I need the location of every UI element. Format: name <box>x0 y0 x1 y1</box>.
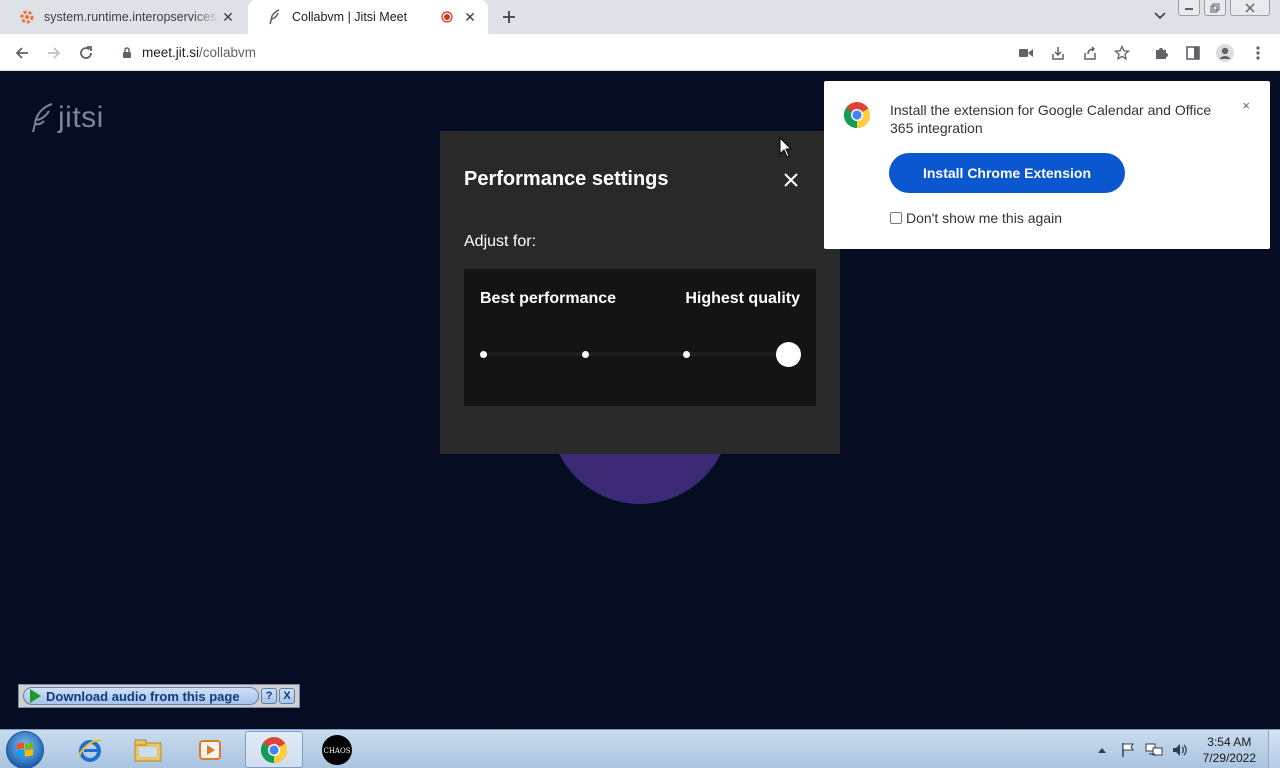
play-icon <box>30 689 41 703</box>
chrome-logo-icon <box>843 102 871 129</box>
quality-slider-thumb[interactable] <box>776 342 801 367</box>
windows-logo-icon <box>17 742 33 757</box>
url-host: meet.jit.si <box>142 45 200 60</box>
performance-settings-dialog: Performance settings Adjust for: Best pe… <box>440 131 840 454</box>
action-center-flag-icon[interactable] <box>1117 739 1139 761</box>
side-panel-icon[interactable] <box>1182 42 1204 64</box>
mouse-cursor-icon <box>779 137 793 158</box>
dont-show-again-label: Don't show me this again <box>906 210 1062 226</box>
dialog-title: Performance settings <box>464 168 669 190</box>
restore-icon[interactable] <box>1204 0 1226 16</box>
tab-title: system.runtime.interopservices.dll <box>44 10 220 24</box>
tab-collabvm[interactable]: Collabvm | Jitsi Meet ✕ <box>248 0 488 34</box>
internet-explorer-taskbar-icon[interactable] <box>61 731 119 768</box>
extension-banner: Install the extension for Google Calenda… <box>824 81 1270 249</box>
install-app-icon[interactable] <box>1047 42 1069 64</box>
banner-close-icon[interactable]: × <box>1242 98 1250 113</box>
clock-date: 7/29/2022 <box>1202 750 1256 765</box>
highest-quality-label: Highest quality <box>685 290 800 307</box>
chaos-taskbar-icon[interactable]: CHAOS <box>308 731 366 768</box>
media-player-taskbar-icon[interactable] <box>181 731 239 768</box>
tab-strip: system.runtime.interopservices.dll ✕ Col… <box>0 0 1280 34</box>
windows-taskbar: CHAOS 3:54 AM 7/29/2022 <box>0 729 1280 768</box>
quality-slider-stop[interactable] <box>480 351 487 358</box>
start-button[interactable] <box>6 731 44 768</box>
tab-close-icon[interactable]: ✕ <box>220 9 236 25</box>
chrome-taskbar-icon[interactable] <box>245 731 303 768</box>
install-chrome-extension-button[interactable]: Install Chrome Extension <box>889 153 1125 193</box>
recording-icon <box>440 10 454 24</box>
bookmark-star-icon[interactable] <box>1111 42 1133 64</box>
close-icon[interactable] <box>780 169 802 191</box>
download-audio-label: Download audio from this page <box>46 688 240 704</box>
address-bar[interactable]: meet.jit.si/collabvm <box>108 38 998 67</box>
camera-icon[interactable] <box>1015 42 1037 64</box>
volume-icon[interactable] <box>1169 739 1191 761</box>
system-clock[interactable]: 3:54 AM 7/29/2022 <box>1203 734 1256 766</box>
minimize-icon[interactable] <box>1178 0 1200 16</box>
jitsi-favicon-icon <box>266 8 284 26</box>
jitsi-meeting-page: jitsi Performance settings Adjust for: B… <box>0 71 1280 729</box>
window-close-icon[interactable] <box>1230 0 1270 16</box>
lock-icon[interactable] <box>120 46 134 60</box>
more-menu-icon[interactable] <box>1247 42 1269 64</box>
checkbox-box[interactable] <box>890 212 902 224</box>
show-desktop-button[interactable] <box>1268 730 1280 768</box>
jitsi-logo-text: jitsi <box>58 101 104 134</box>
show-hidden-icons-icon[interactable] <box>1091 739 1113 761</box>
reload-icon[interactable] <box>75 42 97 64</box>
profile-avatar-icon[interactable] <box>1214 42 1236 64</box>
forward-arrow-icon[interactable] <box>43 42 65 64</box>
file-explorer-taskbar-icon[interactable] <box>119 731 177 768</box>
url-text: meet.jit.si/collabvm <box>142 45 256 60</box>
tab-title: Collabvm | Jitsi Meet <box>292 10 408 24</box>
url-path: /collabvm <box>199 45 257 60</box>
video-quality-slider-panel: Best performance Highest quality <box>464 269 816 406</box>
adjust-for-label: Adjust for: <box>464 233 537 250</box>
best-performance-label: Best performance <box>480 290 617 307</box>
jitsi-feather-icon <box>32 103 53 133</box>
jitsi-logo[interactable]: jitsi <box>30 101 104 135</box>
extension-message: Install the extension for Google Calenda… <box>890 102 1212 136</box>
help-button[interactable]: ? <box>261 688 278 704</box>
chevron-down-icon[interactable] <box>1152 8 1168 24</box>
quality-slider-track[interactable] <box>483 352 788 356</box>
gear-favicon-icon <box>18 8 36 26</box>
tab-interopservices[interactable]: system.runtime.interopservices.dll ✕ <box>0 0 246 34</box>
extensions-puzzle-icon[interactable] <box>1150 42 1172 64</box>
download-audio-button[interactable]: Download audio from this page <box>23 687 260 705</box>
quality-slider-stop[interactable] <box>581 351 589 358</box>
share-icon[interactable] <box>1079 42 1101 64</box>
window-controls <box>1178 0 1270 16</box>
system-tray: 3:54 AM 7/29/2022 <box>1089 730 1280 768</box>
dont-show-again-checkbox[interactable]: Don't show me this again <box>890 210 1062 226</box>
download-audio-bar: Download audio from this page ? X <box>18 684 300 708</box>
chaos-label: CHAOS <box>323 747 350 755</box>
browser-toolbar: meet.jit.si/collabvm <box>0 34 1280 71</box>
network-icon[interactable] <box>1143 739 1165 761</box>
download-bar-close-button[interactable]: X <box>279 688 295 704</box>
tab-close-icon[interactable]: ✕ <box>462 9 478 25</box>
new-tab-icon[interactable] <box>497 5 521 29</box>
clock-time: 3:54 AM <box>1207 734 1252 749</box>
quality-slider-stop[interactable] <box>683 351 691 358</box>
back-arrow-icon[interactable] <box>11 42 33 64</box>
